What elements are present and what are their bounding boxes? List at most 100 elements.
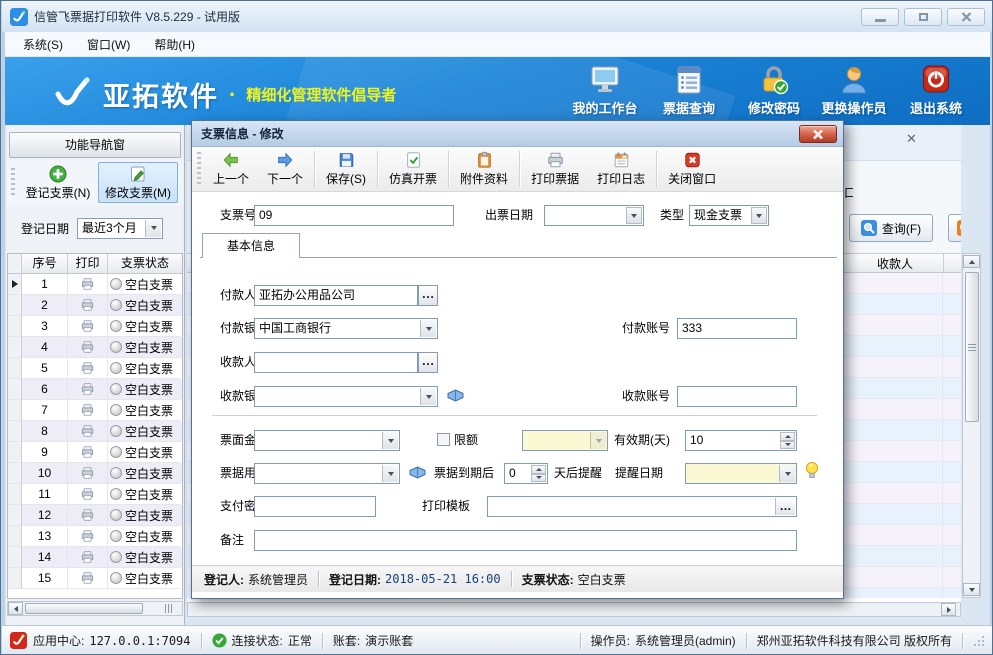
menu-system[interactable]: 系统(S) <box>11 33 75 56</box>
chevron-down-icon[interactable] <box>751 207 767 224</box>
row-print-button[interactable] <box>68 400 108 421</box>
usage-book-icon[interactable] <box>408 464 427 481</box>
type-select[interactable]: 现金支票 <box>689 205 769 226</box>
background-v-scrollbar[interactable] <box>962 253 981 598</box>
check-table-row[interactable]: 6空白支票 <box>8 379 182 400</box>
nav-window-button[interactable]: 功能导航窗 <box>9 132 181 158</box>
close-window-button[interactable]: 关闭窗口 <box>659 148 725 190</box>
chevron-down-icon[interactable] <box>382 465 398 482</box>
chevron-down-icon[interactable] <box>626 207 642 224</box>
row-print-button[interactable] <box>68 337 108 358</box>
banner-action-change-password[interactable]: 修改密码 <box>734 65 814 117</box>
row-print-button[interactable] <box>68 547 108 568</box>
check-table-row[interactable]: 1空白支票 <box>8 274 182 295</box>
scroll-right-button[interactable] <box>941 603 956 616</box>
check-table-row[interactable]: 2空白支票 <box>8 295 182 316</box>
usage-select[interactable] <box>254 463 400 484</box>
header-print[interactable]: 打印 <box>68 254 108 273</box>
panel-close-icon[interactable]: ✕ <box>906 131 917 147</box>
chevron-down-icon[interactable] <box>382 432 398 449</box>
prev-button[interactable]: 上一个 <box>204 148 258 190</box>
payee-input[interactable] <box>254 352 418 373</box>
row-print-button[interactable] <box>68 379 108 400</box>
check-table-row[interactable]: 5空白支票 <box>8 358 182 379</box>
simulate-button[interactable]: 仿真开票 <box>380 148 446 190</box>
amount-select[interactable] <box>254 430 400 451</box>
bank-book-icon[interactable] <box>446 387 465 404</box>
row-print-button[interactable] <box>68 505 108 526</box>
template-picker-button[interactable]: … <box>775 498 795 515</box>
template-input[interactable]: … <box>487 496 797 517</box>
remind-date-select[interactable] <box>685 463 797 484</box>
banner-action-exit[interactable]: 退出系统 <box>896 65 976 117</box>
maximize-button[interactable] <box>904 8 942 26</box>
header-seq[interactable]: 序号 <box>22 254 68 273</box>
header-status[interactable]: 支票状态 <box>108 254 182 273</box>
limit-checkbox[interactable] <box>437 433 450 446</box>
due-after-spinner[interactable]: 0 <box>504 463 548 484</box>
payer-input[interactable]: 亚拓办公用品公司 <box>254 285 418 306</box>
save-button[interactable]: 保存(S) <box>317 148 375 190</box>
payer-picker-button[interactable]: … <box>418 285 438 306</box>
limit-select[interactable] <box>522 430 608 451</box>
row-print-button[interactable] <box>68 274 108 295</box>
chevron-down-icon[interactable] <box>145 220 161 237</box>
resize-grip-icon[interactable] <box>973 635 985 647</box>
row-print-button[interactable] <box>68 421 108 442</box>
check-no-input[interactable]: 09 <box>254 205 454 226</box>
row-print-button[interactable] <box>68 442 108 463</box>
row-print-button[interactable] <box>68 358 108 379</box>
row-print-button[interactable] <box>68 568 108 589</box>
attachment-button[interactable]: 附件资料 <box>451 148 517 190</box>
spinner-buttons[interactable] <box>780 432 795 449</box>
v-scroll-thumb[interactable] <box>965 272 979 422</box>
validity-spinner[interactable]: 10 <box>685 430 797 451</box>
dialog-close-button[interactable] <box>799 125 837 143</box>
row-print-button[interactable] <box>68 295 108 316</box>
check-table-row[interactable]: 7空白支票 <box>8 400 182 421</box>
check-table-row[interactable]: 12空白支票 <box>8 505 182 526</box>
scroll-left-button[interactable] <box>8 602 23 615</box>
date-filter-select[interactable]: 最近3个月 <box>77 218 163 239</box>
close-button[interactable] <box>947 8 985 26</box>
menu-window[interactable]: 窗口(W) <box>75 33 142 56</box>
check-table-row[interactable]: 15空白支票 <box>8 568 182 589</box>
chevron-down-icon[interactable] <box>779 465 795 482</box>
issue-date-select[interactable] <box>544 205 644 226</box>
row-print-button[interactable] <box>68 316 108 337</box>
banner-action-bill-query[interactable]: 票据查询 <box>649 65 729 117</box>
payer-account-input[interactable]: 333 <box>677 318 797 339</box>
h-scroll-thumb[interactable] <box>25 603 143 614</box>
payer-bank-select[interactable]: 中国工商银行 <box>254 318 438 339</box>
check-table-row[interactable]: 8空白支票 <box>8 421 182 442</box>
check-table-row[interactable]: 9空白支票 <box>8 442 182 463</box>
banner-action-switch-operator[interactable]: 更换操作员 <box>814 65 894 117</box>
print-bill-button[interactable]: 打印票据 <box>522 148 588 190</box>
menu-help[interactable]: 帮助(H) <box>142 33 207 56</box>
banner-action-workbench[interactable]: 我的工作台 <box>565 65 645 117</box>
register-check-button[interactable]: 登记支票(N) <box>18 162 98 203</box>
check-table-row[interactable]: 13空白支票 <box>8 526 182 547</box>
query-button[interactable]: 查询(F) <box>849 214 933 242</box>
row-print-button[interactable] <box>68 526 108 547</box>
row-print-button[interactable] <box>68 484 108 505</box>
modify-check-button[interactable]: 修改支票(M) <box>98 162 178 203</box>
advanced-query-button[interactable]: 高 <box>948 214 961 242</box>
left-h-scrollbar[interactable] <box>7 601 183 616</box>
payee-bank-select[interactable] <box>254 386 438 407</box>
spinner-buttons[interactable] <box>531 465 546 482</box>
check-table-row[interactable]: 4空白支票 <box>8 337 182 358</box>
row-print-button[interactable] <box>68 463 108 484</box>
minimize-button[interactable] <box>861 8 899 26</box>
background-h-scrollbar[interactable] <box>187 602 961 617</box>
check-table-row[interactable]: 11空白支票 <box>8 484 182 505</box>
remark-input[interactable] <box>254 530 797 551</box>
chevron-down-icon[interactable] <box>420 388 436 405</box>
tab-basic-info[interactable]: 基本信息 <box>202 233 300 258</box>
check-table-row[interactable]: 14空白支票 <box>8 547 182 568</box>
password-input[interactable] <box>254 496 376 517</box>
next-button[interactable]: 下一个 <box>258 148 312 190</box>
payee-picker-button[interactable]: … <box>418 352 438 373</box>
chevron-down-icon[interactable] <box>420 320 436 337</box>
scroll-down-button[interactable] <box>963 583 980 596</box>
